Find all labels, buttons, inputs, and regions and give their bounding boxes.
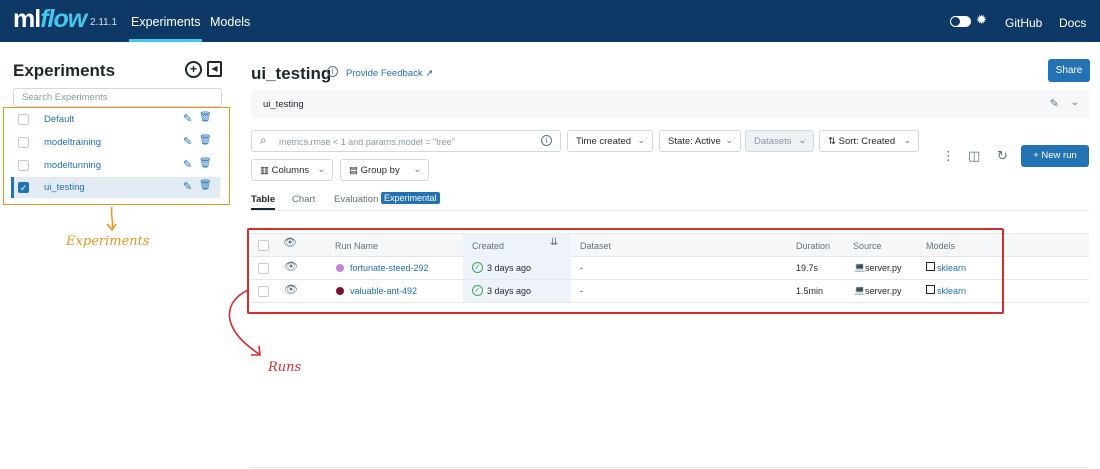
columns-label: Columns [271,165,310,176]
experiment-name[interactable]: ui_testing [44,182,85,193]
theme-toggle[interactable] [950,16,971,27]
pencil-icon[interactable]: ✎ [183,158,192,171]
group-icon: ▤ [349,165,361,176]
experiments-arrow-annotation [106,206,117,232]
info-icon[interactable]: i [541,135,552,146]
chevron-down-icon[interactable]: ⌄ [1071,97,1079,108]
experiment-item-modeltraining[interactable]: modeltraining ✎ 🗑 [11,132,220,153]
tab-chart[interactable]: Chart [292,194,315,205]
trash-icon[interactable]: 🗑 [199,112,212,123]
sun-icon: ✹ [976,12,987,27]
columns-icon: ▥ [260,165,272,176]
runs-annotation-label: Runs [268,360,302,375]
sidebar-title: Experiments [13,61,116,80]
state-label: State: Active [668,136,721,147]
side-panel-icon[interactable]: ◫ [968,148,980,164]
experiment-name[interactable]: Default [44,114,74,125]
runs-annotation-box [247,228,1004,314]
sort-label: Sort: Created [838,136,896,147]
datasets-dropdown[interactable]: Datasets ⌄ [745,130,814,152]
plus-icon: + [189,62,197,76]
pencil-icon[interactable]: ✎ [183,112,192,125]
experiment-name[interactable]: modeltraining [44,137,101,148]
description-text: ui_testing [263,99,304,110]
experiment-checkbox-checked[interactable]: ✓ [18,182,29,193]
more-vertical-icon[interactable]: ⋮ [942,148,955,164]
datasets-label: Datasets [754,136,792,147]
experiment-checkbox[interactable] [18,114,29,125]
version-label: 2.11.1 [90,17,118,28]
pencil-icon[interactable]: ✎ [183,180,192,193]
logo-ml-text: ml [13,5,41,33]
experiment-item-ui-testing[interactable]: ✓ ui_testing ✎ 🗑 [11,177,220,198]
nav-tab-models[interactable]: Models [210,15,250,29]
experiment-item-modeltunning[interactable]: modeltunning ✎ 🗑 [11,155,220,176]
external-link-icon: ↗ [425,68,434,79]
feedback-label: Provide Feedback [346,68,423,79]
runs-search-placeholder: metrics.rmse < 1 and params.model = "tre… [279,137,455,147]
group-by-dropdown[interactable]: ▤ Group by ⌄ [340,159,429,181]
bottom-divider [251,467,1089,468]
trash-icon[interactable]: 🗑 [199,180,212,191]
runs-search-input[interactable]: ⌕ metrics.rmse < 1 and params.model = "t… [251,130,561,152]
time-created-dropdown[interactable]: Time created ⌄ [567,130,653,152]
search-experiments-input[interactable]: Search Experiments [13,88,222,107]
tab-table[interactable]: Table [251,194,276,210]
search-icon: ⌕ [260,133,267,147]
group-by-label: Group by [360,165,400,176]
chevron-down-icon: ⌄ [637,135,645,145]
logo-flow-text: flow [40,5,87,33]
nav-tab-experiments[interactable]: Experiments [128,15,203,42]
columns-dropdown[interactable]: ▥ Columns ⌄ [251,159,333,181]
experiment-item-default[interactable]: Default ✎ 🗑 [11,109,220,130]
runs-arrow-annotation [228,289,261,356]
top-nav-bar: mlflow 2.11.1 Experiments Models ✹ GitHu… [0,0,1100,42]
collapse-left-icon: ◀ [211,64,218,73]
tabs-divider [251,210,1089,211]
sort-dropdown[interactable]: ⇅ Sort: Created ⌄ [819,130,919,152]
state-dropdown[interactable]: State: Active ⌄ [659,130,741,152]
chevron-down-icon: ⌄ [903,135,911,145]
info-icon[interactable]: i [327,66,338,77]
experiment-checkbox[interactable] [18,160,29,171]
share-button[interactable]: Share [1048,59,1090,82]
chevron-down-icon: ⌄ [317,164,325,174]
trash-icon[interactable]: 🗑 [199,158,212,169]
tab-evaluation[interactable]: Evaluation [334,194,378,205]
docs-link[interactable]: Docs [1059,16,1086,30]
chevron-down-icon: ⌄ [725,135,733,145]
github-link[interactable]: GitHub [1005,16,1042,30]
refresh-icon[interactable]: ↻ [997,148,1008,164]
experiment-name[interactable]: modeltunning [44,160,101,171]
new-run-button[interactable]: + New run [1021,145,1089,167]
sort-icon: ⇅ [828,136,839,147]
pencil-icon[interactable]: ✎ [183,135,192,148]
chevron-down-icon: ⌄ [413,164,421,174]
time-created-label: Time created [576,136,632,147]
collapse-sidebar-button[interactable]: ◀ [207,61,222,77]
mlflow-logo[interactable]: mlflow [13,5,87,34]
experiments-annotation-label: Experiments [66,234,150,249]
provide-feedback-link[interactable]: Provide Feedback ↗ [346,68,433,79]
page-title: ui_testing [251,64,332,83]
experimental-badge: Experimental [381,192,440,204]
trash-icon[interactable]: 🗑 [199,135,212,146]
pencil-icon[interactable]: ✎ [1050,97,1059,110]
experiment-checkbox[interactable] [18,137,29,148]
description-bar: ui_testing ✎ ⌄ [251,90,1089,118]
add-experiment-button[interactable]: + [185,61,202,78]
chevron-down-icon: ⌄ [798,135,806,145]
